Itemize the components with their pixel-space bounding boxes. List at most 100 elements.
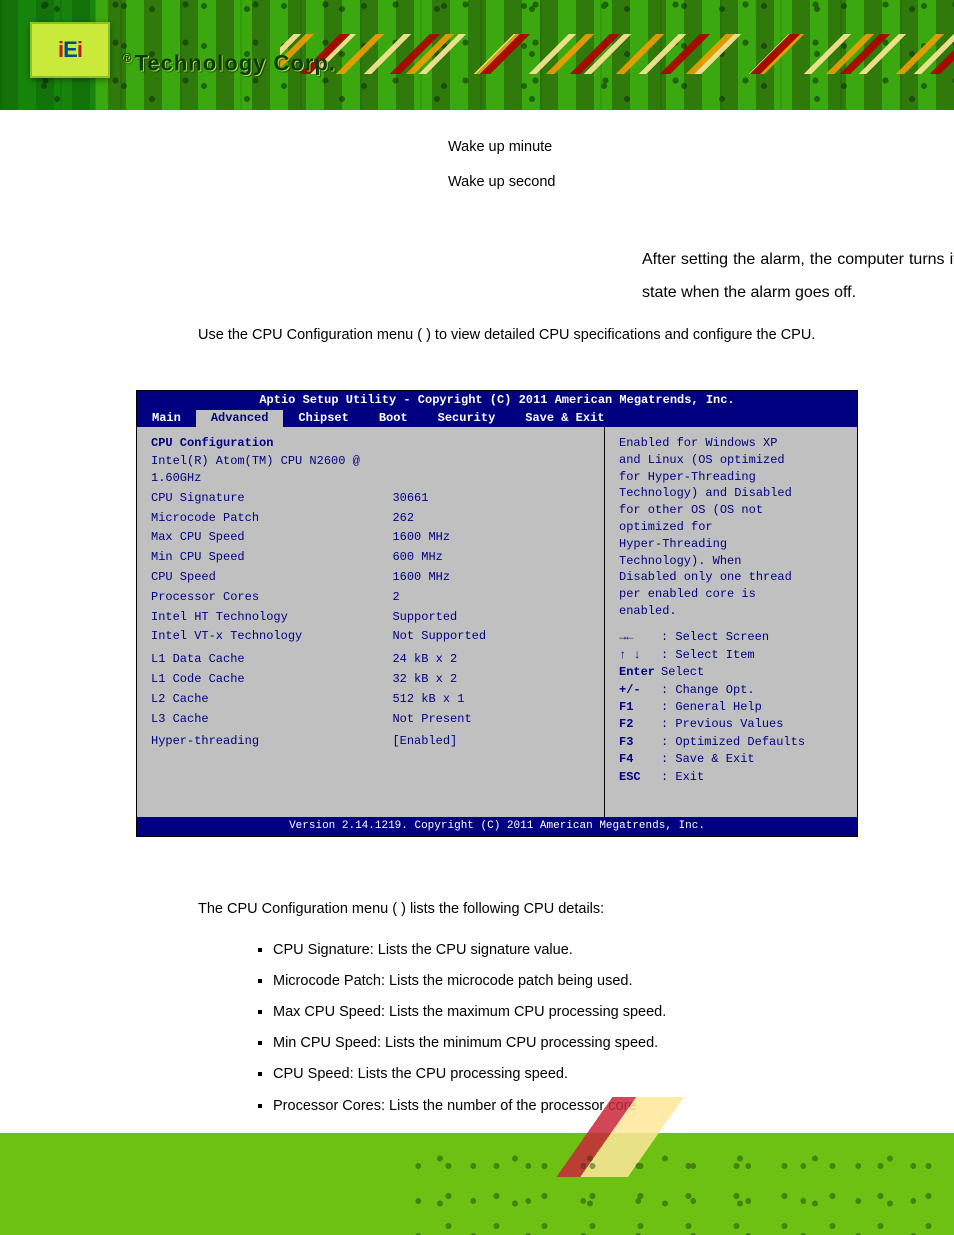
bios-menubar[interactable]: Main Advanced Chipset Boot Security Save… xyxy=(137,410,857,427)
bios-tab-main[interactable]: Main xyxy=(137,410,196,427)
bios-field-value: 24 kB x 2 xyxy=(392,650,590,670)
bios-field-key: Microcode Patch xyxy=(151,508,392,528)
bios-help-line: Hyper-Threading xyxy=(619,536,843,553)
bios-tab-security[interactable]: Security xyxy=(423,410,511,427)
bios-key-row: EnterSelect xyxy=(619,664,843,681)
bios-field-value: 600 MHz xyxy=(392,548,590,568)
bios-key-label: : Save & Exit xyxy=(661,752,755,766)
bios-field-key: L3 Cache xyxy=(151,709,392,729)
bios-tab-chipset[interactable]: Chipset xyxy=(283,410,363,427)
bios-key-label: : Select Screen xyxy=(661,630,769,644)
bios-field-row[interactable]: CPU Speed1600 MHz xyxy=(151,568,590,588)
bios-field-key: L1 Code Cache xyxy=(151,670,392,690)
bios-field-row[interactable]: Microcode Patch262 xyxy=(151,508,590,528)
bios-key-row: F2: Previous Values xyxy=(619,716,843,733)
footer-pcb-texture xyxy=(410,1145,954,1235)
bios-key-row: F3: Optimized Defaults xyxy=(619,734,843,751)
bios-field-row[interactable]: Max CPU Speed1600 MHz xyxy=(151,528,590,548)
bios-field-value xyxy=(392,452,590,489)
bios-field-row[interactable]: L2 Cache512 kB x 1 xyxy=(151,689,590,709)
bios-field-row[interactable]: Intel(R) Atom(TM) CPU N2600 @ 1.60GHz xyxy=(151,452,590,489)
wake-second-line: Wake up second xyxy=(448,165,874,200)
bios-key-symbol: F4 xyxy=(619,751,661,768)
bios-field-row[interactable]: Intel HT TechnologySupported xyxy=(151,607,590,627)
bios-field-key: Max CPU Speed xyxy=(151,528,392,548)
bios-help-text: Enabled for Windows XPand Linux (OS opti… xyxy=(619,435,843,629)
bios-key-symbol: ESC xyxy=(619,769,661,786)
bios-key-label: : Exit xyxy=(661,770,704,784)
header-chevron-art xyxy=(280,34,954,74)
bios-field-row[interactable]: L1 Data Cache24 kB x 2 xyxy=(151,650,590,670)
bios-right-pane: Enabled for Windows XPand Linux (OS opti… xyxy=(605,427,857,817)
brand-text: ®Technology Corp. xyxy=(122,50,336,76)
bios-help-line: enabled. xyxy=(619,603,843,620)
bios-field-value: 32 kB x 2 xyxy=(392,670,590,690)
bios-key-symbol: →← xyxy=(619,629,661,646)
bios-field-row[interactable]: CPU Signature30661 xyxy=(151,488,590,508)
bios-tab-advanced[interactable]: Advanced xyxy=(196,410,284,427)
bios-field-row[interactable]: Processor Cores2 xyxy=(151,587,590,607)
bios-field-value: Not Supported xyxy=(392,627,590,647)
bios-left-pane[interactable]: CPU Configuration Intel(R) Atom(TM) CPU … xyxy=(137,427,605,817)
details-section: The CPU Configuration menu ( ) lists the… xyxy=(198,895,864,1122)
bios-key-row: +/-: Change Opt. xyxy=(619,682,843,699)
bios-field-row[interactable]: L3 CacheNot Present xyxy=(151,709,590,729)
bios-field-value: 30661 xyxy=(392,488,590,508)
bios-help-line: optimized for xyxy=(619,519,843,536)
bios-key-symbol: Enter xyxy=(619,664,661,681)
wake-minute-line: Wake up minute xyxy=(448,130,874,165)
bios-field-value: 2 xyxy=(392,587,590,607)
bios-help-line: Technology) and Disabled xyxy=(619,485,843,502)
header-banner: i E i ®Technology Corp. xyxy=(0,0,954,110)
registered-icon: ® xyxy=(122,50,133,65)
bios-key-label: Select xyxy=(661,665,704,679)
cpu-details-list: CPU Signature: Lists the CPU signature v… xyxy=(198,935,864,1122)
bios-footer: Version 2.14.1219. Copyright (C) 2011 Am… xyxy=(137,817,857,836)
bios-field-key: Intel(R) Atom(TM) CPU N2600 @ 1.60GHz xyxy=(151,452,392,489)
bios-help-line: Enabled for Windows XP xyxy=(619,435,843,452)
bios-key-label: : Optimized Defaults xyxy=(661,735,805,749)
bios-key-symbol: +/- xyxy=(619,682,661,699)
bios-tab-boot[interactable]: Boot xyxy=(364,410,423,427)
bios-field-key: Intel VT-x Technology xyxy=(151,627,392,647)
bios-field-row[interactable]: Min CPU Speed600 MHz xyxy=(151,548,590,568)
page-body: Wake up minute Wake up second xyxy=(198,130,874,200)
wake-list: Wake up minute Wake up second xyxy=(448,130,874,200)
bios-field-key: L1 Data Cache xyxy=(151,650,392,670)
bios-field-key: Intel HT Technology xyxy=(151,607,392,627)
bios-key-symbol: ↑ ↓ xyxy=(619,647,661,664)
bios-field-key: Hyper-threading xyxy=(151,732,392,752)
cpu-detail-item: Microcode Patch: Lists the microcode pat… xyxy=(273,966,864,997)
brand-logo: i E i xyxy=(30,22,110,78)
cpu-detail-item: CPU Speed: Lists the CPU processing spee… xyxy=(273,1059,864,1090)
cpu-detail-item: CPU Signature: Lists the CPU signature v… xyxy=(273,935,864,966)
bios-field-key: CPU Signature xyxy=(151,488,392,508)
details-intro-paragraph: The CPU Configuration menu ( ) lists the… xyxy=(198,895,864,925)
bios-key-symbol: F2 xyxy=(619,716,661,733)
bios-help-line: Technology). When xyxy=(619,553,843,570)
bios-field-key: CPU Speed xyxy=(151,568,392,588)
bios-key-row: F4: Save & Exit xyxy=(619,751,843,768)
bios-key-symbol: F1 xyxy=(619,699,661,716)
bios-field-row[interactable]: Intel VT-x TechnologyNot Supported xyxy=(151,627,590,647)
bios-field-key: Processor Cores xyxy=(151,587,392,607)
bios-field-row[interactable]: Hyper-threading[Enabled] xyxy=(151,732,590,752)
bios-field-row[interactable]: L1 Code Cache32 kB x 2 xyxy=(151,670,590,690)
bios-key-label: : Change Opt. xyxy=(661,683,755,697)
cpu-detail-item: Max CPU Speed: Lists the maximum CPU pro… xyxy=(273,997,864,1028)
bios-help-line: for Hyper-Threading xyxy=(619,469,843,486)
bios-key-label: : Previous Values xyxy=(661,717,783,731)
bios-help-line: for other OS (OS not xyxy=(619,502,843,519)
logo-letter-i2: i xyxy=(77,37,82,63)
bios-key-row: ↑ ↓: Select Item xyxy=(619,647,843,664)
bios-field-value: 1600 MHz xyxy=(392,528,590,548)
bios-key-label: : Select Item xyxy=(661,648,755,662)
bios-field-value: 512 kB x 1 xyxy=(392,689,590,709)
bios-tab-saveexit[interactable]: Save & Exit xyxy=(510,410,619,427)
bios-fields-table: Intel(R) Atom(TM) CPU N2600 @ 1.60GHzCPU… xyxy=(151,452,590,752)
bios-field-value: [Enabled] xyxy=(392,732,590,752)
cpu-detail-item: Min CPU Speed: Lists the minimum CPU pro… xyxy=(273,1028,864,1059)
bios-section-heading: CPU Configuration xyxy=(151,435,590,452)
bios-titlebar: Aptio Setup Utility - Copyright (C) 2011… xyxy=(137,391,857,410)
logo-letter-e: E xyxy=(63,37,77,63)
